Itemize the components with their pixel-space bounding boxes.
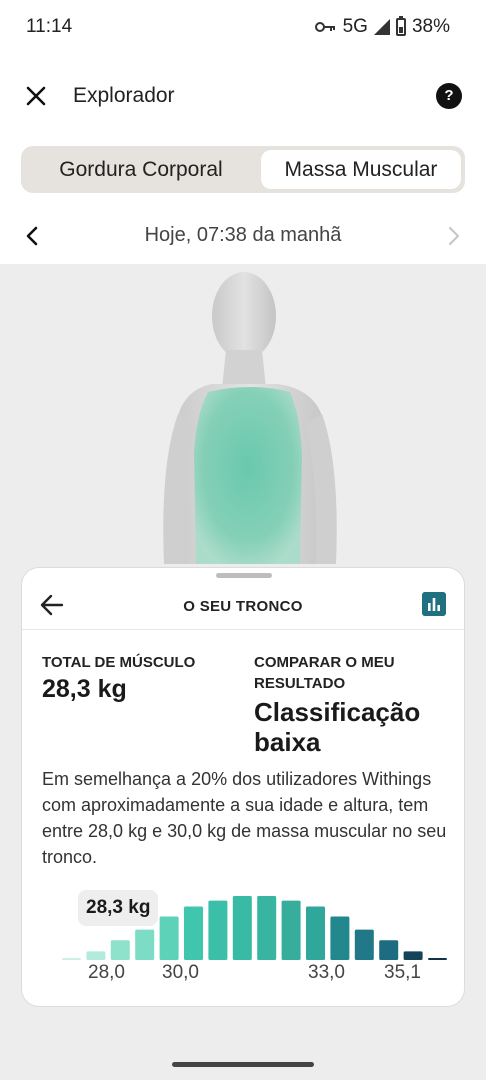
total-muscle-block: TOTAL DE MÚSCULO 28,3 kg: [42, 652, 242, 704]
date-navigation: Hoje, 07:38 da manhã: [0, 212, 486, 260]
histogram-bar: [232, 895, 252, 960]
tick-label: 33,0: [308, 962, 345, 983]
close-icon[interactable]: [22, 82, 50, 110]
status-time: 11:14: [26, 16, 73, 37]
bar-chart-icon[interactable]: [422, 592, 446, 616]
tab-muscle-mass[interactable]: Massa Muscular: [261, 150, 461, 189]
metric-tabs: Gordura Corporal Massa Muscular: [21, 146, 465, 193]
tick-label: 35,1: [384, 962, 421, 983]
classification-value: Classificação baixa: [254, 697, 421, 757]
histogram-bar: [281, 900, 301, 960]
histogram-bar: [135, 929, 155, 960]
histogram-bar: [403, 951, 423, 960]
histogram-bar-user: [110, 940, 130, 960]
histogram-bar: [306, 906, 325, 960]
histogram-bar: [257, 895, 277, 960]
vpn-key-icon: [314, 22, 335, 32]
compare-block: COMPARAR O MEU RESULTADO Classificação b…: [254, 652, 454, 757]
help-icon[interactable]: ?: [436, 83, 462, 109]
sheet-header: O SEU TRONCO: [22, 578, 464, 630]
tick-label: 30,0: [162, 962, 199, 983]
tick-label: 28,0: [88, 962, 125, 983]
trunk-detail-sheet: O SEU TRONCO TOTAL DE MÚSCULO 28,3 kg CO…: [21, 567, 465, 1007]
signal-icon: [373, 19, 390, 35]
chevron-right-icon[interactable]: [444, 224, 464, 248]
histogram-bar: [62, 958, 81, 960]
sheet-title: O SEU TRONCO: [183, 598, 303, 615]
page-title: Explorador: [73, 84, 175, 107]
battery-percent: 38%: [411, 16, 450, 37]
histogram-bar: [184, 906, 203, 960]
user-value-callout: 28,3 kg: [78, 890, 159, 926]
total-muscle-label: TOTAL DE MÚSCULO: [42, 654, 196, 671]
total-muscle-value: 28,3 kg: [42, 675, 127, 703]
tab-body-fat[interactable]: Gordura Corporal: [25, 150, 257, 189]
distribution-chart: 28,3 kg 28,0 30,0 33,0 35,1: [22, 878, 464, 988]
histogram-bar: [428, 958, 447, 960]
home-indicator[interactable]: [172, 1062, 314, 1067]
compare-label: COMPARAR O MEU RESULTADO: [254, 654, 395, 692]
network-label: 5G: [342, 16, 368, 37]
histogram-bar: [330, 916, 350, 960]
chevron-left-icon[interactable]: [22, 224, 42, 248]
histogram-bar: [379, 940, 399, 960]
status-bar: 11:14 5G 38%: [0, 0, 486, 54]
histogram-bar: [159, 916, 179, 960]
status-icons: 5G 38%: [314, 16, 450, 38]
battery-icon: [395, 16, 406, 36]
histogram-bar: [208, 900, 228, 960]
app-bar: Explorador ?: [0, 70, 486, 122]
histogram-bar: [354, 929, 374, 960]
histogram-bar: [86, 951, 106, 960]
comparison-description: Em semelhança a 20% dos utilizadores Wit…: [42, 769, 447, 867]
date-label: Hoje, 07:38 da manhã: [144, 224, 342, 246]
